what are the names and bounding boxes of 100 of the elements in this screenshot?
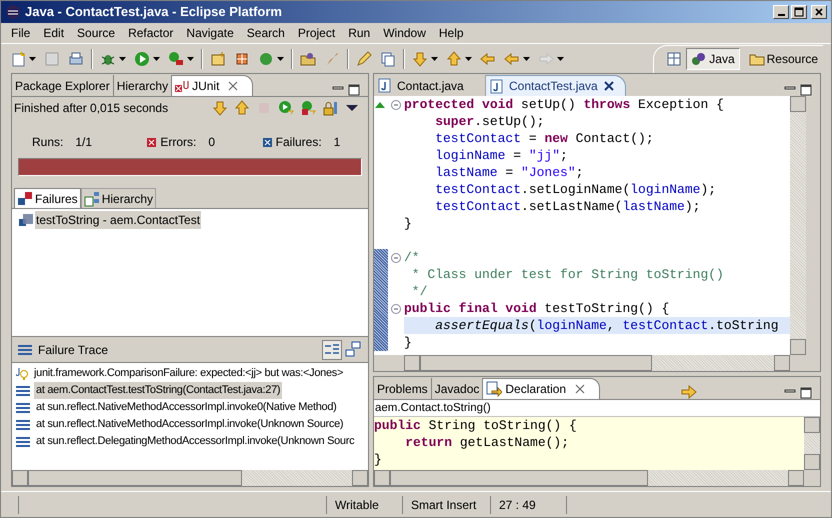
open-folder-icon <box>300 50 316 66</box>
failed-test-icon <box>18 212 34 228</box>
counter-label: Errors: <box>160 134 196 151</box>
stack-frame-icon <box>16 418 30 430</box>
maximize-icon <box>794 7 804 17</box>
eclipse-icon <box>5 4 21 20</box>
stack-trace-line[interactable]: at sun.reflect.NativeMethodAccessorImpl.invoke0(Native Method) <box>34 399 339 416</box>
stack-trace-line[interactable]: junit.framework.ComparisonFailure: expected:<jj> but was:<Jones> <box>32 365 346 382</box>
stack-trace-line[interactable]: at sun.reflect.NativeMethodAccessorImpl.invoke(Unknown Source) <box>34 416 346 433</box>
save-icon <box>44 50 60 66</box>
compare-icon <box>344 340 362 358</box>
dropdown-caret-icon <box>153 56 160 60</box>
dropdown-caret-icon <box>557 56 564 60</box>
new-package-icon <box>210 50 226 66</box>
maximize-icon <box>348 84 360 96</box>
menu-item[interactable]: Project <box>292 24 342 42</box>
collapse-icon <box>391 304 401 314</box>
menu-item[interactable]: Edit <box>37 24 70 42</box>
counter-label: Runs: <box>32 134 64 151</box>
code-line: public String toString() { <box>374 417 578 434</box>
copy-icon <box>380 50 396 66</box>
failed-test-item[interactable]: testToString - aem.ContactTest <box>35 211 202 229</box>
close-icon <box>814 7 824 17</box>
failure-icon <box>262 138 272 146</box>
counter-value: 0 <box>208 134 216 151</box>
close-button[interactable] <box>811 5 827 19</box>
junit-warning-icon <box>16 366 28 380</box>
declaration-icon <box>486 381 502 397</box>
menu-item[interactable]: Refactor <box>122 24 180 42</box>
dropdown-caret-icon <box>465 56 472 60</box>
close-icon <box>575 384 586 394</box>
list-icon <box>18 344 32 356</box>
dropdown-caret-icon <box>29 56 36 60</box>
vertical-scrollbar[interactable] <box>790 96 806 355</box>
window-title: Java - ContactTest.java - Eclipse Platform <box>25 3 282 22</box>
stack-frame-icon <box>16 384 30 396</box>
dropdown-caret-icon <box>523 56 530 60</box>
maximize-icon <box>800 84 812 96</box>
menu-item[interactable]: File <box>5 24 36 42</box>
perspective-button[interactable]: Resource <box>744 48 823 70</box>
counter-value: 1/1 <box>75 134 92 151</box>
counter-label: Failures: <box>276 134 322 151</box>
status-field: Writable <box>335 496 379 514</box>
collapse-icon <box>391 252 401 262</box>
menu-item[interactable]: Help <box>432 24 470 42</box>
perspective-button[interactable]: Java <box>686 48 740 70</box>
declaration-path: aem.Contact.toString() <box>374 399 820 416</box>
rerun-failed-icon <box>300 100 316 116</box>
code-line: return getLastName(); <box>404 434 570 451</box>
error-icon <box>147 138 156 146</box>
close-icon <box>228 81 238 91</box>
editor-tab[interactable]: ContactTest.java <box>486 75 626 96</box>
status-field: Smart Insert <box>411 496 476 514</box>
menu-item[interactable]: Navigate <box>180 24 240 42</box>
menu-item[interactable]: Window <box>377 24 432 42</box>
counter-value: 1 <box>334 134 340 151</box>
menu-item[interactable]: Source <box>71 24 122 42</box>
pencil-icon <box>356 50 372 66</box>
dropdown-caret-icon <box>277 56 284 60</box>
vertical-scrollbar[interactable] <box>804 417 820 470</box>
maximize-icon <box>800 387 812 399</box>
forward-arrow-icon <box>538 50 554 66</box>
brush-icon <box>324 50 340 66</box>
dropdown-caret-icon <box>187 56 194 60</box>
open-perspective-icon <box>666 51 682 67</box>
collapse-icon <box>391 100 401 110</box>
up-arrow-icon <box>446 50 462 66</box>
previous-failure-icon <box>234 100 250 116</box>
play-icon <box>134 50 150 66</box>
horizontal-scrollbar[interactable] <box>12 470 368 486</box>
back-arrow-icon <box>504 50 520 66</box>
maximize-button[interactable] <box>791 5 807 19</box>
code-line: } <box>374 451 383 468</box>
stack-trace-line[interactable]: at sun.reflect.DelegatingMethodAccessorImpl.invoke(Unknown Sourc <box>34 433 356 450</box>
status-message: Finished after 0,015 seconds <box>14 100 168 116</box>
status-field: 27 : 49 <box>499 496 536 514</box>
menu-item[interactable]: Search <box>240 24 291 42</box>
down-arrow-icon <box>412 50 428 66</box>
view-tab[interactable]: Declaration <box>483 378 600 399</box>
dropdown-caret-icon <box>119 56 126 60</box>
junit-icon <box>175 79 190 93</box>
stack-frame-icon <box>16 436 30 448</box>
stack-frame-icon <box>16 402 30 414</box>
open-declaration-icon <box>681 385 700 399</box>
java-perspective-icon <box>691 51 708 67</box>
minimize-icon <box>778 14 784 16</box>
horizontal-scrollbar[interactable] <box>374 470 804 486</box>
new-class-icon <box>234 50 250 66</box>
close-icon <box>604 81 614 91</box>
view-tab[interactable]: JUnit <box>172 75 254 96</box>
java-file-icon <box>378 78 391 93</box>
horizontal-scrollbar[interactable] <box>404 355 790 371</box>
panel-title: Failure Trace <box>38 342 108 358</box>
lock-icon <box>322 100 338 116</box>
minimize-button[interactable] <box>773 5 789 19</box>
failures-icon <box>17 190 33 206</box>
results-tab[interactable]: Failures <box>14 188 81 208</box>
override-marker-icon <box>374 100 386 108</box>
menu-item[interactable]: Run <box>342 24 376 42</box>
next-failure-icon <box>212 100 228 116</box>
